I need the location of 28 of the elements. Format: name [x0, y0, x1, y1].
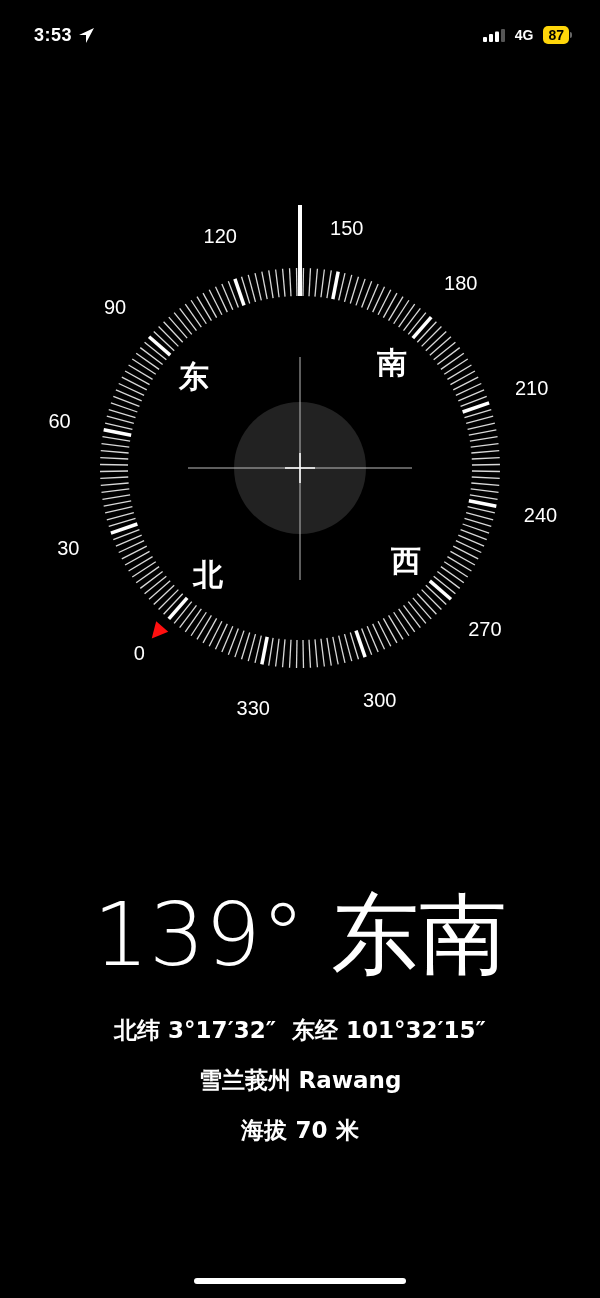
degree-label: 270 [468, 617, 502, 640]
signal-icon [482, 28, 505, 42]
degree-label: 120 [203, 225, 237, 248]
coordinates-text: 北纬 3°17′32″ 东经 101°32′15″ [114, 1016, 486, 1045]
degree-label: 300 [363, 688, 397, 711]
north-marker-icon [151, 621, 169, 639]
location-arrow-icon [78, 26, 96, 44]
direction-label: 北 [193, 556, 224, 592]
degree-label: 30 [57, 536, 80, 559]
degree-label: 210 [514, 377, 549, 400]
degree-label: 180 [444, 272, 478, 295]
degree-label: 90 [103, 296, 127, 319]
battery-icon: 87 [543, 26, 572, 44]
heading-direction: 东南 [331, 885, 507, 985]
degree-label: 150 [330, 216, 364, 239]
direction-label: 西 [390, 542, 421, 578]
altitude-text: 海拔 70 米 [241, 1116, 359, 1145]
network-label: 4G [514, 27, 534, 43]
degree-label: 60 [48, 410, 71, 433]
direction-label: 东 [179, 359, 210, 395]
heading-degrees: 139° [93, 885, 305, 985]
degree-label: 330 [236, 697, 270, 720]
direction-label: 南 [376, 345, 407, 381]
degree-label: 240 [523, 503, 558, 526]
degree-label: 0 [133, 641, 145, 664]
home-indicator[interactable] [194, 1278, 406, 1284]
status-time: 3:53 [34, 24, 73, 46]
place-name: 雪兰莪州 Rawang [198, 1066, 402, 1095]
